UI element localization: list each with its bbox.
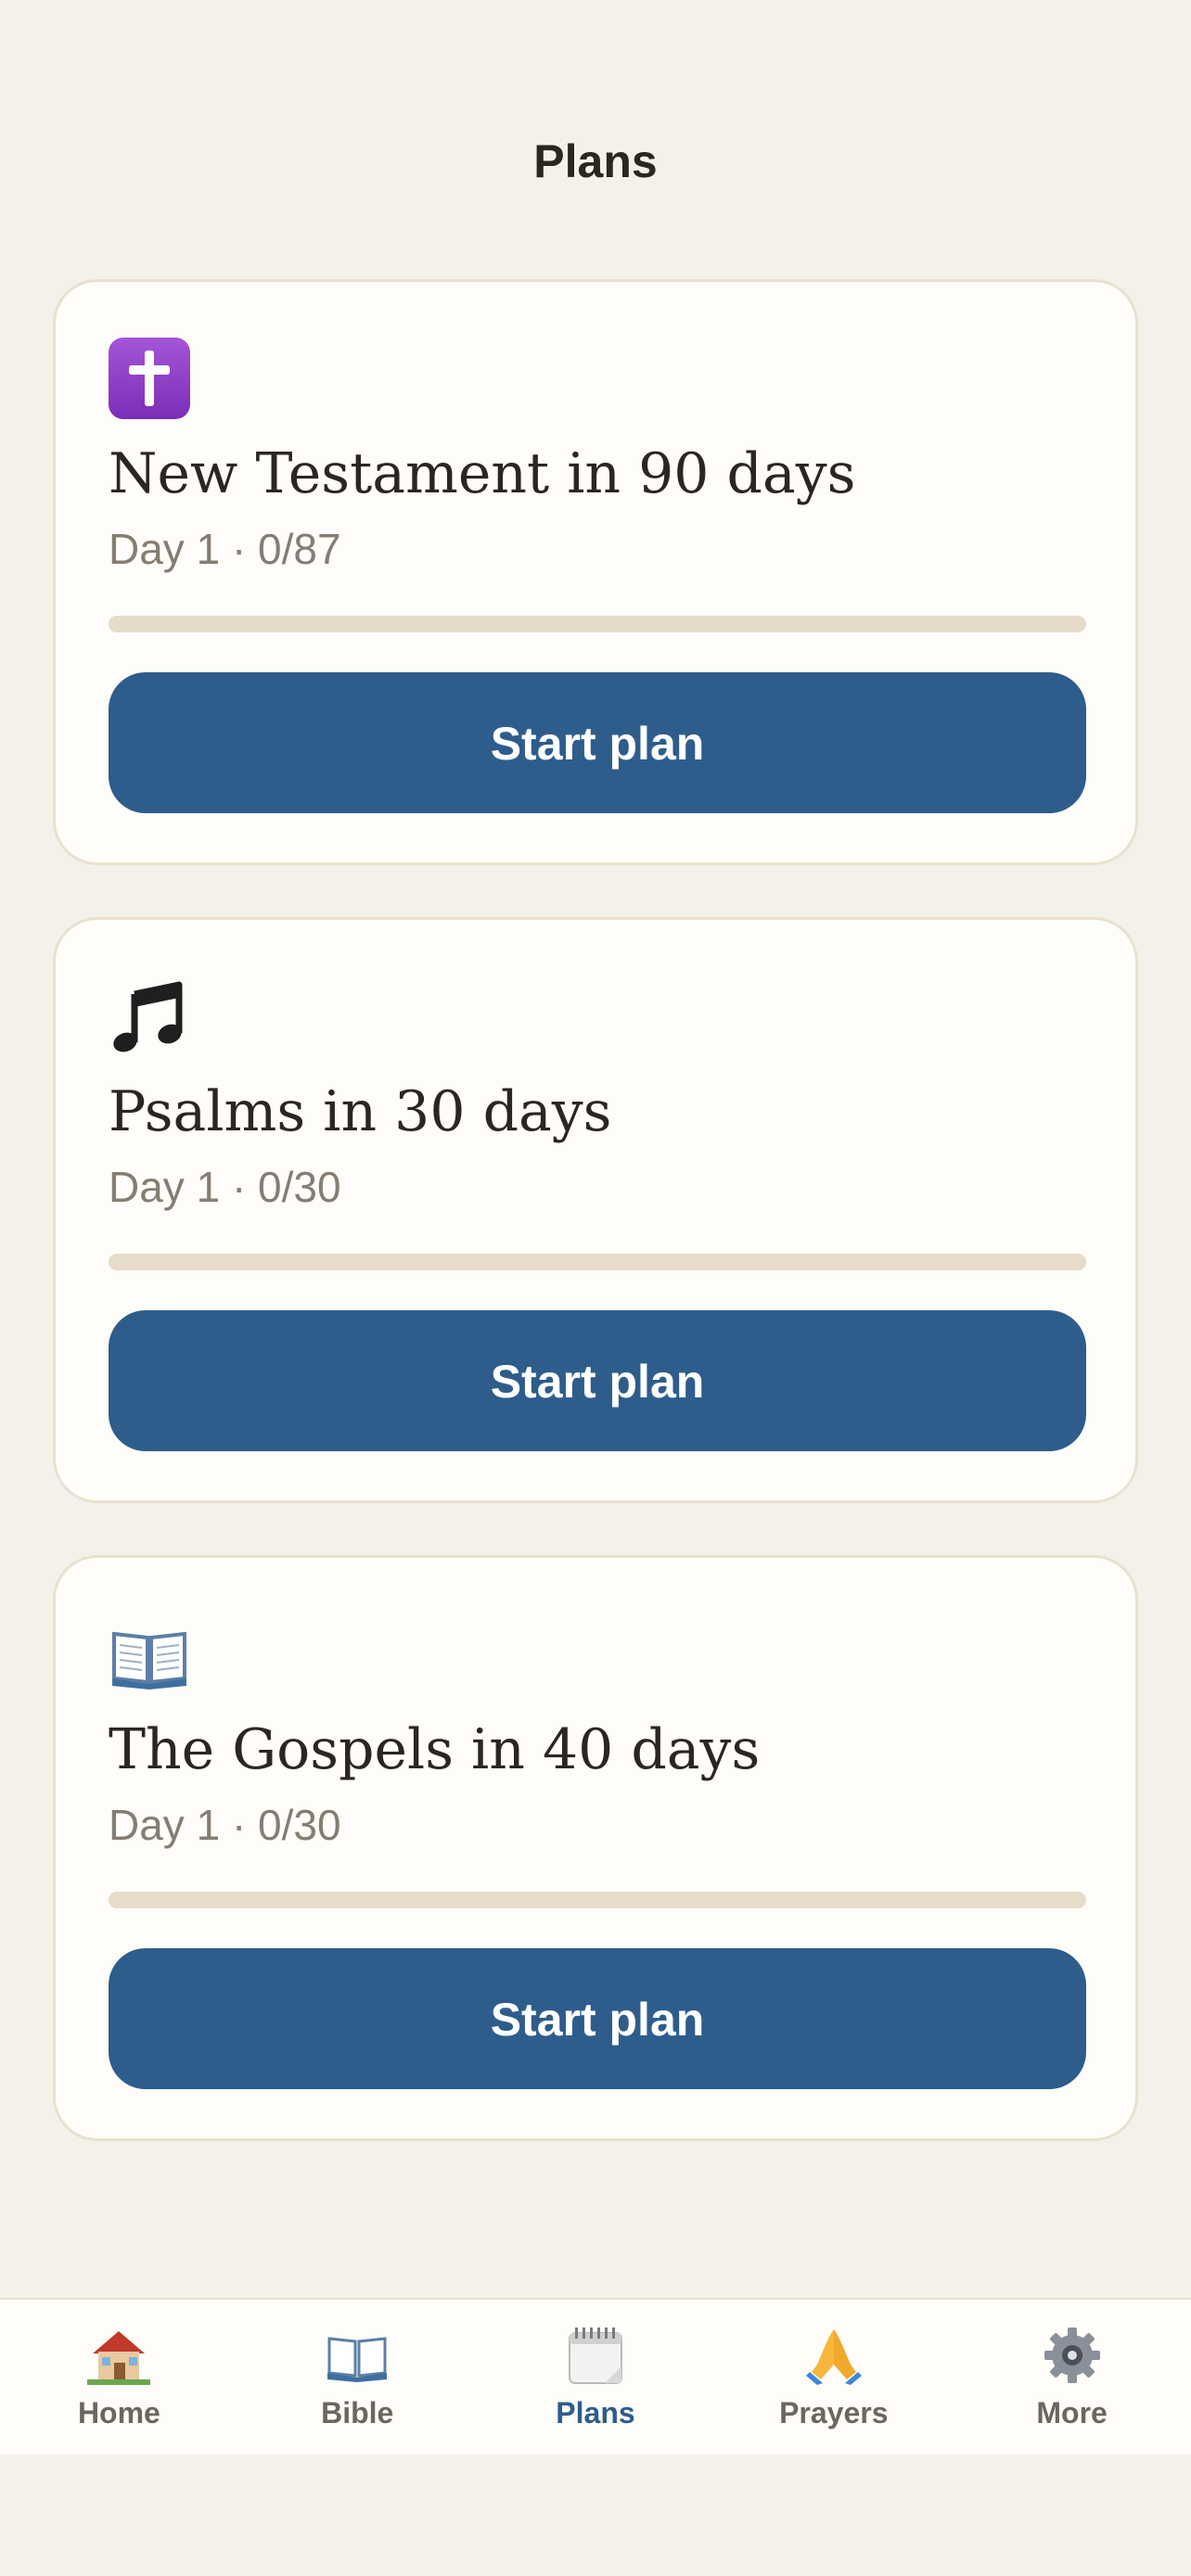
open-book-icon <box>112 1631 186 1690</box>
house-icon <box>87 2331 151 2385</box>
tab-prayers[interactable]: Prayers <box>714 2300 953 2455</box>
start-plan-button[interactable]: Start plan <box>109 672 1086 813</box>
gear-icon <box>1044 2327 1100 2383</box>
page-title: Plans <box>533 135 658 187</box>
tab-label: Prayers <box>779 2396 889 2429</box>
tab-plans[interactable]: Plans <box>477 2300 715 2455</box>
tab-label: More <box>1036 2396 1108 2429</box>
plan-card: Psalms in 30 days Day 1 · 0/30 Start pla… <box>53 917 1138 1503</box>
tab-bar: Home Bible Plans Prayers More <box>0 2298 1191 2455</box>
plan-progress-text: Day 1 · 0/30 <box>109 1801 341 1849</box>
progress-bar <box>109 1254 1086 1270</box>
tab-home[interactable]: Home <box>0 2300 238 2455</box>
plan-title: New Testament in 90 days <box>109 441 856 506</box>
tab-label: Plans <box>556 2396 635 2429</box>
header: Plans <box>0 0 1191 278</box>
tab-more[interactable]: More <box>953 2300 1191 2455</box>
plan-title: Psalms in 30 days <box>109 1079 612 1144</box>
tab-bible[interactable]: Bible <box>238 2300 477 2455</box>
plan-card: The Gospels in 40 days Day 1 · 0/30 Star… <box>53 1555 1138 2141</box>
start-plan-button[interactable]: Start plan <box>109 1310 1086 1451</box>
plan-progress-text: Day 1 · 0/30 <box>109 1163 341 1211</box>
plan-title: The Gospels in 40 days <box>109 1717 761 1782</box>
progress-bar <box>109 1892 1086 1908</box>
plan-progress-text: Day 1 · 0/87 <box>109 525 341 573</box>
calendar-icon <box>568 2327 622 2384</box>
progress-bar <box>109 616 1086 632</box>
praying-hands-icon <box>805 2329 862 2385</box>
tab-label: Bible <box>321 2396 394 2429</box>
music-notes-icon <box>113 981 183 1052</box>
open-book-icon <box>327 2337 388 2382</box>
plan-card: New Testament in 90 days Day 1 · 0/87 St… <box>53 279 1138 865</box>
start-plan-button[interactable]: Start plan <box>109 1948 1086 2089</box>
latin-cross-icon <box>109 338 190 419</box>
tab-label: Home <box>77 2396 160 2429</box>
